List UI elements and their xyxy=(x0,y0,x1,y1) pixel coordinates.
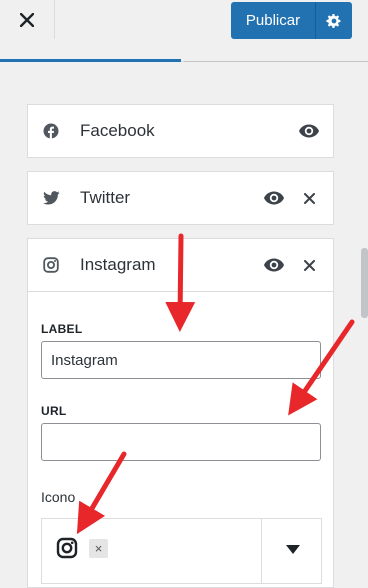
instagram-icon xyxy=(42,256,60,274)
label-field[interactable] xyxy=(41,341,321,379)
remove-item-button[interactable] xyxy=(301,257,317,273)
remove-item-button[interactable] xyxy=(301,190,317,206)
instagram-icon xyxy=(56,537,78,559)
close-icon xyxy=(303,192,315,204)
eye-icon[interactable] xyxy=(263,257,285,273)
social-item-title: Twitter xyxy=(80,188,131,207)
social-item-twitter: Twitter xyxy=(27,171,334,225)
chevron-down-icon[interactable] xyxy=(286,545,300,554)
url-field-caption: URL xyxy=(41,404,67,418)
gear-icon xyxy=(326,13,341,28)
close-customizer-button[interactable] xyxy=(0,0,55,39)
social-item-header[interactable]: Instagram xyxy=(28,239,333,291)
social-item-title: Instagram xyxy=(80,255,156,274)
close-icon xyxy=(303,259,315,271)
url-field[interactable] xyxy=(41,423,321,461)
eye-icon[interactable] xyxy=(298,123,320,139)
label-field-caption: LABEL xyxy=(41,322,83,336)
close-icon xyxy=(20,12,34,27)
scrollbar[interactable] xyxy=(361,248,368,318)
icon-select[interactable]: × xyxy=(41,518,322,584)
social-item-title: Facebook xyxy=(80,121,155,140)
instagram-settings-panel: LABEL URL Icono × xyxy=(28,291,333,587)
social-item-facebook: Facebook xyxy=(27,104,334,158)
publish-button[interactable]: Publicar xyxy=(231,12,315,29)
panel-tab-indicator xyxy=(0,59,181,62)
twitter-icon xyxy=(42,189,60,207)
select-divider xyxy=(261,519,262,583)
facebook-icon xyxy=(42,122,60,140)
remove-icon-selection-button[interactable]: × xyxy=(89,539,108,558)
social-item-instagram: Instagram LABEL URL Icono xyxy=(27,238,334,588)
publish-settings-button[interactable] xyxy=(316,13,352,29)
social-item-header[interactable]: Facebook xyxy=(28,105,333,157)
panel-tab-track xyxy=(184,61,368,62)
customizer-header: Publicar xyxy=(0,0,368,62)
eye-icon[interactable] xyxy=(263,190,285,206)
icon-field-caption: Icono xyxy=(41,489,76,505)
publish-button-group: Publicar xyxy=(231,2,352,39)
social-item-header[interactable]: Twitter xyxy=(28,172,333,224)
